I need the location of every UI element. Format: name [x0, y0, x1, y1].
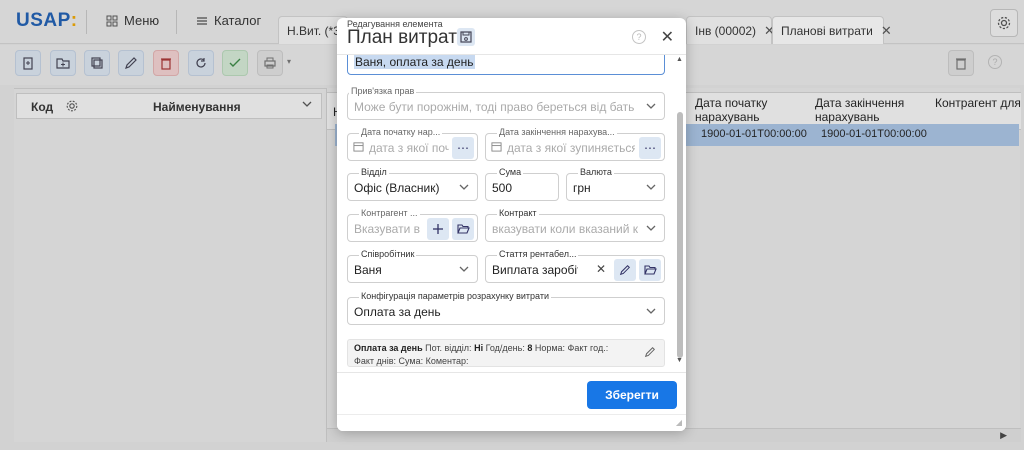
resize-handle-icon[interactable]: ◢ — [676, 418, 682, 427]
vertical-scrollbar[interactable]: ▲ ▼ — [676, 56, 684, 364]
sum-input[interactable]: 500 — [485, 173, 559, 201]
dialog-footer: Зберегти — [337, 372, 686, 414]
rights-binding-select[interactable]: Може бути порожнім, тоді право береться … — [347, 92, 665, 120]
folder-open-icon — [643, 265, 657, 275]
scroll-thumb[interactable] — [677, 112, 683, 358]
chevron-down-icon — [458, 263, 470, 278]
pencil-icon — [619, 264, 631, 276]
date-picker-button[interactable]: ⋯ — [639, 137, 661, 159]
rights-binding-label: Прив'язка прав — [349, 86, 417, 96]
plus-icon — [433, 224, 443, 234]
start-date-label: Дата початку нар... — [359, 127, 443, 137]
name-field[interactable]: Ваня, оплата за день — [347, 55, 665, 75]
chevron-down-icon — [645, 222, 657, 237]
date-picker-button[interactable]: ⋯ — [452, 137, 474, 159]
calc-config-select[interactable]: Оплата за день — [347, 297, 665, 325]
add-contractor-button[interactable] — [427, 218, 449, 240]
calc-config-label: Конфігурація параметрів розрахунку витра… — [359, 291, 551, 301]
clear-icon[interactable]: ✕ — [596, 262, 606, 276]
scroll-up-icon[interactable]: ▲ — [676, 56, 683, 63]
save-icon[interactable] — [457, 28, 475, 46]
article-label: Стаття рентабел... — [497, 249, 579, 259]
currency-select[interactable]: грн — [566, 173, 665, 201]
start-date-field[interactable]: дата з якої почи ⋯ — [347, 133, 478, 161]
article-field[interactable]: Виплата заробітно ✕ — [485, 255, 665, 283]
dialog-title: План витрат — [347, 27, 457, 48]
chevron-down-icon — [645, 181, 657, 196]
dialog-body: Ваня, оплата за день Може бути порожнім,… — [337, 54, 686, 372]
edit-article-button[interactable] — [614, 259, 636, 281]
scroll-down-icon[interactable]: ▼ — [676, 357, 683, 364]
employee-label: Співробітник — [359, 249, 417, 259]
pencil-icon[interactable] — [644, 346, 656, 362]
contract-label: Контракт — [497, 208, 539, 218]
end-date-label: Дата закінчення нарахува... — [497, 127, 617, 137]
currency-label: Валюта — [578, 167, 614, 177]
browse-article-button[interactable] — [639, 259, 661, 281]
contractor-label: Контрагент ... — [359, 208, 420, 218]
help-icon[interactable]: ? — [632, 30, 646, 44]
browse-contractor-button[interactable] — [452, 218, 474, 240]
chevron-down-icon — [645, 100, 657, 115]
dialog-resize-bar: ◢ — [337, 414, 686, 431]
end-date-field[interactable]: дата з якої зупиняється в ⋯ — [485, 133, 665, 161]
config-summary: Оплата за день Пот. відділ: Ні Год/день:… — [347, 339, 665, 367]
chevron-down-icon — [645, 305, 657, 320]
employee-select[interactable]: Ваня — [347, 255, 478, 283]
save-button[interactable]: Зберегти — [587, 381, 677, 409]
department-label: Відділ — [359, 167, 389, 177]
department-select[interactable]: Офіс (Власник) — [347, 173, 478, 201]
sum-label: Сума — [497, 167, 524, 177]
calendar-icon — [353, 141, 364, 155]
folder-open-icon — [456, 224, 470, 234]
chevron-down-icon — [458, 181, 470, 196]
edit-dialog: Редагування елемента План витрат ? ✕ Ван… — [337, 18, 686, 431]
calendar-icon — [491, 141, 502, 155]
contract-select[interactable]: вказувати коли вказаний ко — [485, 214, 665, 242]
contractor-field[interactable]: Вказувати в р — [347, 214, 478, 242]
close-icon[interactable]: ✕ — [661, 27, 674, 47]
